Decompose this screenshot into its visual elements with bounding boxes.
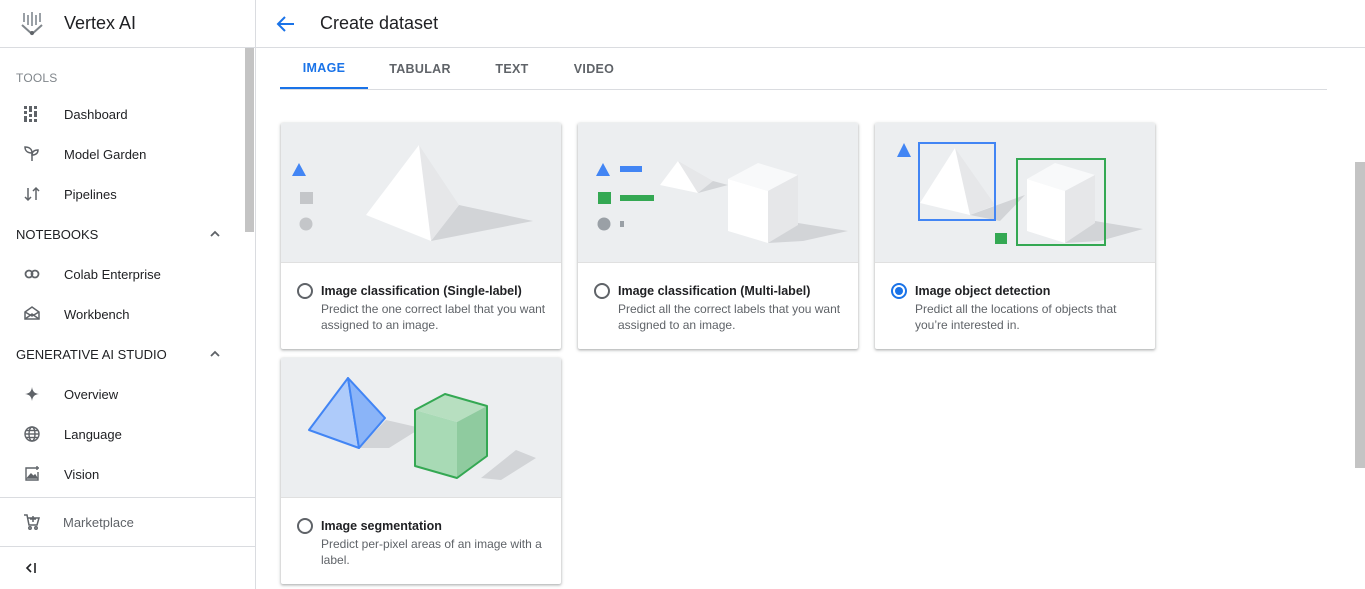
section-notebooks-toggle[interactable]: NOTEBOOKS — [0, 214, 255, 254]
main-scrollbar[interactable] — [1355, 162, 1365, 468]
option-body: Image classification (Multi-label) Predi… — [578, 263, 858, 333]
option-title: Image segmentation — [321, 519, 442, 533]
option-description: Predict all the correct labels that you … — [618, 302, 841, 332]
sidebar-item-label: Colab Enterprise — [64, 266, 161, 282]
sidebar-item-label: Pipelines — [64, 186, 117, 202]
sidebar-item-label: Model Garden — [64, 146, 147, 162]
sidebar-item-label: Marketplace — [63, 514, 134, 530]
sidebar-item-label: Language — [64, 426, 122, 442]
option-card-multi-label[interactable]: Image classification (Multi-label) Predi… — [578, 123, 858, 349]
page-title: Create dataset — [320, 13, 439, 33]
section-genai-label: GENERATIVE AI STUDIO — [16, 346, 167, 362]
sidebar-item-label: Overview — [64, 386, 119, 402]
section-genai-toggle[interactable]: GENERATIVE AI STUDIO — [0, 334, 255, 374]
collapse-sidebar-button[interactable] — [0, 547, 255, 589]
sidebar-scrollbar[interactable] — [245, 48, 254, 232]
sidebar-item-workbench[interactable]: Workbench — [0, 294, 255, 334]
single-label-illustration — [281, 123, 561, 263]
option-body: Image segmentation Predict per-pixel are… — [281, 498, 561, 568]
sidebar-item-label: Dashboard — [64, 106, 128, 122]
sidebar-item-label: Vision — [64, 466, 100, 482]
sidebar-item-vision[interactable]: Vision — [0, 454, 255, 494]
tab-image[interactable]: IMAGE — [280, 48, 368, 89]
sidebar-item-pipelines[interactable]: Pipelines — [0, 174, 255, 214]
arrow-back-icon — [276, 15, 294, 32]
tab-tabular[interactable]: TABULAR — [368, 48, 472, 89]
radio-button[interactable] — [297, 518, 313, 534]
sidebar-item-label: Workbench — [64, 306, 130, 322]
radio-button[interactable] — [594, 283, 610, 299]
brand-header: Vertex AI — [0, 0, 255, 48]
sidebar-item-dashboard[interactable]: Dashboard — [0, 94, 255, 134]
option-body: Image object detection Predict all the l… — [875, 263, 1155, 333]
app-window: Vertex AI TOOLS Dashboard Model Garden P… — [0, 0, 1365, 589]
segmentation-illustration — [281, 358, 561, 498]
option-description: Predict the one correct label that you w… — [321, 302, 546, 332]
shopping-cart-icon — [22, 512, 42, 532]
sidebar: Vertex AI TOOLS Dashboard Model Garden P… — [0, 0, 256, 589]
sidebar-item-colab-enterprise[interactable]: Colab Enterprise — [0, 254, 255, 294]
tab-text[interactable]: TEXT — [472, 48, 552, 89]
vision-icon — [22, 464, 42, 484]
model-garden-icon — [22, 144, 42, 164]
sidebar-item-overview[interactable]: Overview — [0, 374, 255, 414]
sidebar-item-language[interactable]: Language — [0, 414, 255, 454]
pipelines-icon — [22, 184, 42, 204]
tab-video[interactable]: VIDEO — [552, 48, 636, 89]
option-title: Image classification (Single-label) — [321, 284, 522, 298]
workbench-icon — [22, 304, 42, 324]
main-content: Create dataset IMAGE TABULAR TEXT VIDEO — [256, 0, 1365, 589]
multi-label-illustration — [578, 123, 858, 263]
sparkle-icon — [22, 384, 42, 404]
sidebar-nav: TOOLS Dashboard Model Garden Pipelines N… — [0, 48, 255, 497]
language-icon — [22, 424, 42, 444]
option-title: Image classification (Multi-label) — [618, 284, 811, 298]
option-description: Predict all the locations of objects tha… — [915, 302, 1117, 332]
section-tools-label: TOOLS — [16, 71, 58, 85]
option-card-segmentation[interactable]: Image segmentation Predict per-pixel are… — [281, 358, 561, 584]
app-title: Vertex AI — [64, 13, 137, 33]
dashboard-icon — [22, 104, 42, 124]
chevron-up-icon — [210, 350, 220, 357]
option-body: Image classification (Single-label) Pred… — [281, 263, 561, 333]
option-description: Predict per-pixel areas of an image with… — [321, 537, 542, 567]
sidebar-footer: Marketplace — [0, 497, 255, 589]
object-detection-illustration — [875, 123, 1155, 263]
section-notebooks-label: NOTEBOOKS — [16, 226, 99, 242]
option-card-object-detection[interactable]: Image object detection Predict all the l… — [875, 123, 1155, 349]
radio-button-selected[interactable] — [891, 283, 907, 299]
option-card-single-label[interactable]: Image classification (Single-label) Pred… — [281, 123, 561, 349]
chevron-up-icon — [210, 230, 220, 237]
colab-icon — [22, 264, 42, 284]
page-header: Create dataset — [256, 0, 1365, 48]
collapse-left-icon — [25, 563, 36, 573]
data-type-tabs: IMAGE TABULAR TEXT VIDEO — [280, 48, 1327, 90]
vertex-ai-logo-icon — [21, 11, 43, 35]
option-title: Image object detection — [915, 284, 1051, 298]
sidebar-item-marketplace[interactable]: Marketplace — [0, 498, 255, 547]
sidebar-item-model-garden[interactable]: Model Garden — [0, 134, 255, 174]
back-button[interactable] — [274, 12, 298, 36]
radio-button[interactable] — [297, 283, 313, 299]
